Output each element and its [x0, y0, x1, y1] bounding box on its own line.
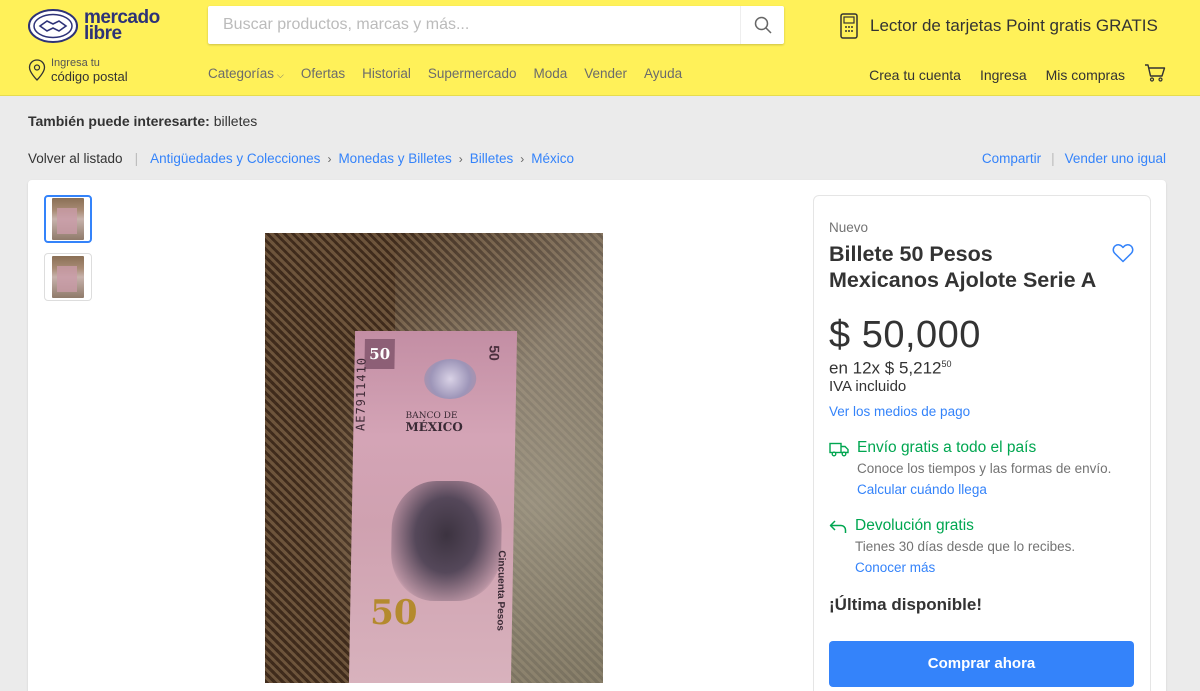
nav-vender[interactable]: Vender [584, 66, 627, 81]
benefit-icon-wrap [829, 439, 857, 497]
banknote-bank-name: BANCO DE MÉXICO [405, 411, 463, 435]
heart-icon[interactable] [1112, 243, 1134, 263]
returns-desc: Tienes 30 días desde que lo recibes. [855, 538, 1076, 554]
nav-historial[interactable]: Historial [362, 66, 411, 81]
buy-now-button[interactable]: Comprar ahora [829, 640, 1134, 687]
iva-label: IVA incluido [829, 377, 907, 395]
thumbnail-1[interactable] [44, 195, 92, 243]
related-label: También puede interesarte: [28, 113, 210, 129]
stock-label: ¡Última disponible! [829, 594, 982, 614]
create-account-link[interactable]: Crea tu cuenta [869, 67, 961, 83]
nav-supermercado[interactable]: Supermercado [428, 66, 517, 81]
learn-more-link[interactable]: Conocer más [855, 560, 1134, 575]
related-searches: También puede interesarte: billetes [28, 113, 257, 129]
header: mercado libre Lector de tarjetas Point g… [0, 0, 1200, 96]
nav-ayuda[interactable]: Ayuda [644, 66, 682, 81]
back-to-list-link[interactable]: Volver al listado [28, 151, 123, 166]
logo-line2: libre [84, 23, 122, 44]
user-nav: Crea tu cuenta Ingresa Mis compras [850, 64, 1166, 85]
login-link[interactable]: Ingresa [980, 67, 1027, 83]
breadcrumb-item-billetes[interactable]: Billetes [470, 151, 514, 166]
nav-moda[interactable]: Moda [533, 66, 567, 81]
product-photo[interactable]: 50 50 BANCO DE MÉXICO AE7911410 50 Cincu… [265, 233, 603, 683]
banknote-denomination: 50 [364, 339, 395, 369]
thumbnail-image [52, 198, 84, 240]
breadcrumb-divider: | [134, 151, 139, 166]
handshake-logo-icon [28, 9, 78, 43]
banknote-side-text: Cincuenta Pesos [494, 550, 508, 631]
search-button[interactable] [740, 6, 784, 44]
breadcrumb-item-mexico[interactable]: México [531, 151, 574, 166]
shipping-benefit: Envío gratis a todo el país Conoce los t… [829, 439, 1134, 497]
nav-categorias[interactable]: Categorías ⌵ [208, 66, 284, 81]
share-link[interactable]: Compartir [982, 151, 1041, 166]
postal-text: Ingresa tu código postal [51, 57, 128, 83]
postal-big-label: código postal [51, 69, 128, 84]
banknote-side-denomination: 50 [486, 345, 504, 361]
installments-amount: en 12x $ 5,212 [829, 358, 942, 378]
postal-code-link[interactable]: Ingresa tu código postal [28, 55, 128, 85]
shipping-title: Envío gratis a todo el país [857, 438, 1037, 456]
breadcrumb: Volver al listado | Antigüedades y Colec… [28, 151, 574, 166]
chevron-right-icon: › [458, 151, 463, 166]
benefit-icon-wrap [829, 517, 855, 575]
calculate-arrival-link[interactable]: Calcular cuándo llega [857, 482, 1134, 497]
cart-icon [1145, 64, 1166, 82]
thumbnail-image [52, 256, 84, 298]
title-row: Billete 50 Pesos Mexicanos Ajolote Serie… [829, 241, 1134, 293]
product-card: 50 50 BANCO DE MÉXICO AE7911410 50 Cincu… [28, 180, 1166, 691]
actions-divider: | [1051, 151, 1055, 166]
price: $ 50,000 [829, 314, 981, 356]
banknote-hologram [423, 359, 477, 399]
product-title: Billete 50 Pesos Mexicanos Ajolote Serie… [829, 242, 1097, 292]
related-link-billetes[interactable]: billetes [214, 113, 258, 129]
location-pin-icon [28, 59, 46, 81]
bank-line2: MÉXICO [405, 420, 463, 434]
returns-body: Devolución gratis Tienes 30 días desde q… [855, 517, 1134, 575]
search-input[interactable] [208, 6, 740, 44]
promo-text: Lector de tarjetas Point gratis GRATIS [870, 16, 1158, 35]
banknote-eagle-engraving [390, 481, 503, 601]
buy-box: Nuevo Billete 50 Pesos Mexicanos Ajolote… [813, 195, 1151, 691]
breadcrumb-item-antiguedades[interactable]: Antigüedades y Colecciones [150, 151, 320, 166]
search-bar [208, 6, 784, 44]
returns-benefit: Devolución gratis Tienes 30 días desde q… [829, 517, 1134, 575]
breadcrumb-item-monedas[interactable]: Monedas y Billetes [338, 151, 451, 166]
thumbnail-gallery [44, 195, 92, 311]
card-reader-icon [840, 13, 858, 39]
banknote: 50 50 BANCO DE MÉXICO AE7911410 50 Cincu… [348, 331, 518, 683]
banknote-serial: AE7911410 [353, 356, 369, 431]
my-purchases-link[interactable]: Mis compras [1046, 67, 1125, 83]
banknote-gold-fifty: 50 [369, 593, 418, 633]
main-nav: Categorías ⌵ Ofertas Historial Supermerca… [208, 66, 699, 81]
logo-text: mercado libre [84, 8, 160, 44]
condition-label: Nuevo [829, 220, 869, 235]
nav-categorias-label: Categorías [208, 66, 275, 81]
return-arrow-icon [829, 520, 847, 533]
truck-icon [829, 442, 849, 457]
search-icon [754, 16, 772, 34]
cart-button[interactable] [1144, 64, 1166, 85]
thumbnail-2[interactable] [44, 253, 92, 301]
shipping-desc: Conoce los tiempos y las formas de envío… [857, 460, 1112, 476]
promo-banner[interactable]: Lector de tarjetas Point gratis GRATIS [838, 8, 1178, 44]
returns-title: Devolución gratis [855, 516, 974, 534]
nav-ofertas[interactable]: Ofertas [301, 66, 345, 81]
chevron-right-icon: › [520, 151, 525, 166]
installments: en 12x $ 5,21250 [829, 354, 1134, 379]
page-actions: Compartir | Vender uno igual [982, 151, 1166, 166]
installments-cents: 50 [941, 359, 952, 369]
chevron-right-icon: › [327, 151, 332, 166]
shipping-body: Envío gratis a todo el país Conoce los t… [857, 439, 1134, 497]
chevron-down-icon: ⌵ [277, 70, 284, 80]
mercado-libre-logo[interactable]: mercado libre [28, 6, 168, 46]
sell-same-link[interactable]: Vender uno igual [1065, 151, 1166, 166]
payment-methods-link[interactable]: Ver los medios de pago [829, 404, 1134, 419]
